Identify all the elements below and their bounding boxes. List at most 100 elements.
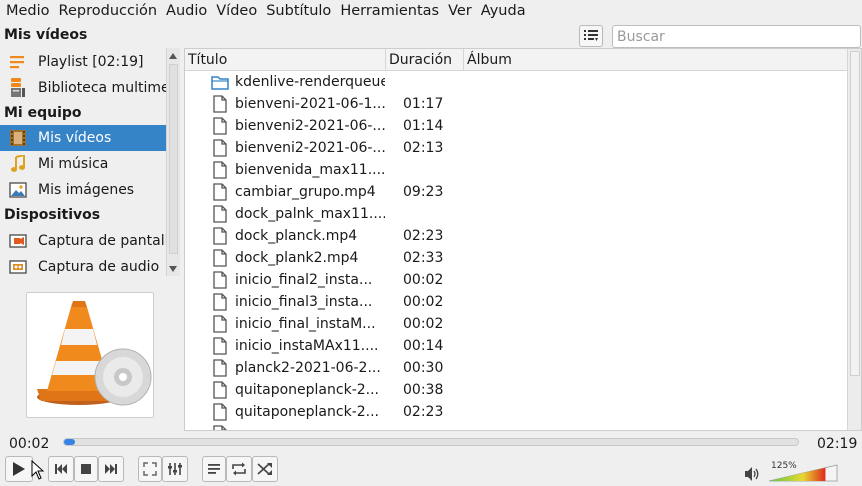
file-icon [213, 403, 227, 421]
menu-ver[interactable]: Ver [444, 0, 476, 22]
table-header: Título Duración Álbum [185, 49, 847, 71]
row-title: kdenlive-renderqueue [235, 74, 385, 90]
table-row[interactable]: kdenlive-renderqueue [185, 71, 847, 93]
sidebar-item-audio-capture[interactable]: Captura de audio [0, 254, 166, 276]
stop-button[interactable] [74, 456, 98, 482]
extended-settings-button[interactable] [162, 456, 188, 482]
file-icon [213, 315, 227, 333]
row-title: cambiar_grupo.mp4 [235, 184, 376, 200]
screen-capture-icon [8, 231, 28, 251]
menu-medio[interactable]: Medio [2, 0, 54, 22]
table-row[interactable]: inicio_final_instaM... 00:02 [185, 313, 847, 335]
shuffle-icon [257, 463, 272, 475]
row-duration: 00:02 [403, 316, 444, 332]
previous-button[interactable] [48, 456, 74, 482]
play-button[interactable] [5, 456, 33, 482]
file-icon [213, 381, 227, 399]
menu-audio[interactable]: Audio [162, 0, 211, 22]
column-header-duration[interactable]: Duración [386, 49, 464, 71]
section-heading-my-videos: Mis vídeos [4, 27, 88, 43]
play-icon [13, 462, 25, 476]
sidebar-item-label: Mis imágenes [38, 182, 135, 198]
table-row[interactable]: dock_plank2.mp4 02:33 [185, 247, 847, 269]
sidebar-scrollbar[interactable] [166, 48, 180, 276]
sidebar-item-label: Playlist [02:19] [38, 54, 144, 70]
row-duration: 00:02 [403, 272, 444, 288]
row-duration: 09:23 [403, 184, 444, 200]
column-header-title[interactable]: Título [185, 49, 386, 71]
table-row[interactable]: inicio_instaMAx11.... 00:14 [185, 335, 847, 357]
next-button[interactable] [98, 456, 124, 482]
section-heading-devices: Dispositivos [4, 207, 101, 223]
table-body: kdenlive-renderqueue bienveni-2021-06-1..… [185, 71, 847, 430]
file-icon [213, 161, 227, 179]
table-row[interactable]: bienvenida_max11.... [185, 159, 847, 181]
table-row[interactable]: bienveni2-2021-06-... 01:14 [185, 115, 847, 137]
scroll-down-arrow-icon[interactable] [169, 266, 177, 272]
menu-bar: Medio Reproducción Audio Vídeo Subtítulo… [0, 0, 862, 22]
table-row[interactable]: inicio_final2_insta... 00:02 [185, 269, 847, 291]
menu-herramientas[interactable]: Herramientas [336, 0, 443, 22]
shuffle-button[interactable] [252, 456, 278, 482]
row-duration: 00:30 [403, 360, 444, 376]
row-title: dock_plank2.mp4 [235, 250, 359, 266]
mouse-cursor-icon [31, 460, 44, 480]
table-row[interactable] [185, 423, 847, 430]
section-heading-my-computer: Mi equipo [4, 105, 82, 121]
menu-ayuda[interactable]: Ayuda [477, 0, 530, 22]
table-row[interactable]: cambiar_grupo.mp4 09:23 [185, 181, 847, 203]
file-icon [213, 337, 227, 355]
loop-button[interactable] [226, 456, 252, 482]
row-duration: 00:02 [403, 294, 444, 310]
scroll-up-arrow-icon[interactable] [169, 53, 177, 59]
sidebar-item-my-videos[interactable]: Mis vídeos [0, 125, 166, 151]
sidebar-item-screen-capture[interactable]: Captura de pantalla [0, 228, 166, 254]
table-row[interactable]: quitaponeplanck-2... 02:23 [185, 401, 847, 423]
table-row[interactable]: bienveni2-2021-06-... 02:13 [185, 137, 847, 159]
sidebar: Mis vídeos Playlist [02:19] Biblioteca m… [0, 26, 180, 276]
loop-icon [232, 462, 246, 476]
fullscreen-button[interactable] [138, 456, 162, 482]
sidebar-scroll-thumb[interactable] [169, 64, 178, 254]
volume-icon[interactable] [744, 466, 760, 482]
media-table: Título Duración Álbum kdenlive-renderque… [184, 48, 862, 431]
audio-capture-icon [8, 257, 28, 276]
sidebar-item-my-images[interactable]: Mis imágenes [0, 177, 166, 203]
seek-progress [64, 439, 75, 445]
sidebar-item-my-music[interactable]: Mi música [0, 151, 166, 177]
row-title: inicio_final_instaM... [235, 316, 376, 332]
column-header-album[interactable]: Álbum [464, 49, 847, 71]
table-row[interactable]: inicio_final3_insta... 00:02 [185, 291, 847, 313]
menu-subtitulo[interactable]: Subtítulo [262, 0, 335, 22]
table-scroll-thumb[interactable] [850, 51, 860, 376]
row-duration: 02:23 [403, 404, 444, 420]
sidebar-item-media-library[interactable]: Biblioteca multimedia [0, 75, 166, 101]
sidebar-item-label: Mis vídeos [38, 130, 112, 146]
row-title: inicio_final3_insta... [235, 294, 373, 310]
sidebar-item-label: Mi música [38, 156, 109, 172]
elapsed-time: 00:02 [9, 436, 50, 452]
image-icon [8, 180, 28, 200]
table-row[interactable]: quitaponeplanck-2... 00:38 [185, 379, 847, 401]
menu-video[interactable]: Vídeo [212, 0, 261, 22]
playlist-toggle-button[interactable] [202, 456, 226, 482]
menu-reproduccion[interactable]: Reproducción [55, 0, 162, 22]
row-title: inicio_final2_insta... [235, 272, 373, 288]
file-icon [213, 271, 227, 289]
table-row[interactable]: planck2-2021-06-2... 00:30 [185, 357, 847, 379]
sidebar-item-playlist[interactable]: Playlist [02:19] [0, 49, 166, 75]
row-title: bienvenida_max11.... [235, 162, 385, 178]
row-duration: 02:23 [403, 228, 444, 244]
file-icon [213, 359, 227, 377]
table-row[interactable]: dock_palnk_max11.... [185, 203, 847, 225]
table-row[interactable]: bienveni-2021-06-1... 01:17 [185, 93, 847, 115]
list-view-button[interactable] [579, 25, 603, 47]
row-title: inicio_instaMAx11.... [235, 338, 379, 354]
fullscreen-icon [143, 462, 157, 476]
table-row[interactable]: dock_planck.mp4 02:23 [185, 225, 847, 247]
seek-slider[interactable] [63, 438, 799, 446]
search-input[interactable] [612, 25, 861, 48]
row-duration: 02:13 [403, 140, 444, 156]
table-scrollbar[interactable] [847, 49, 861, 430]
equalizer-icon [168, 463, 182, 475]
